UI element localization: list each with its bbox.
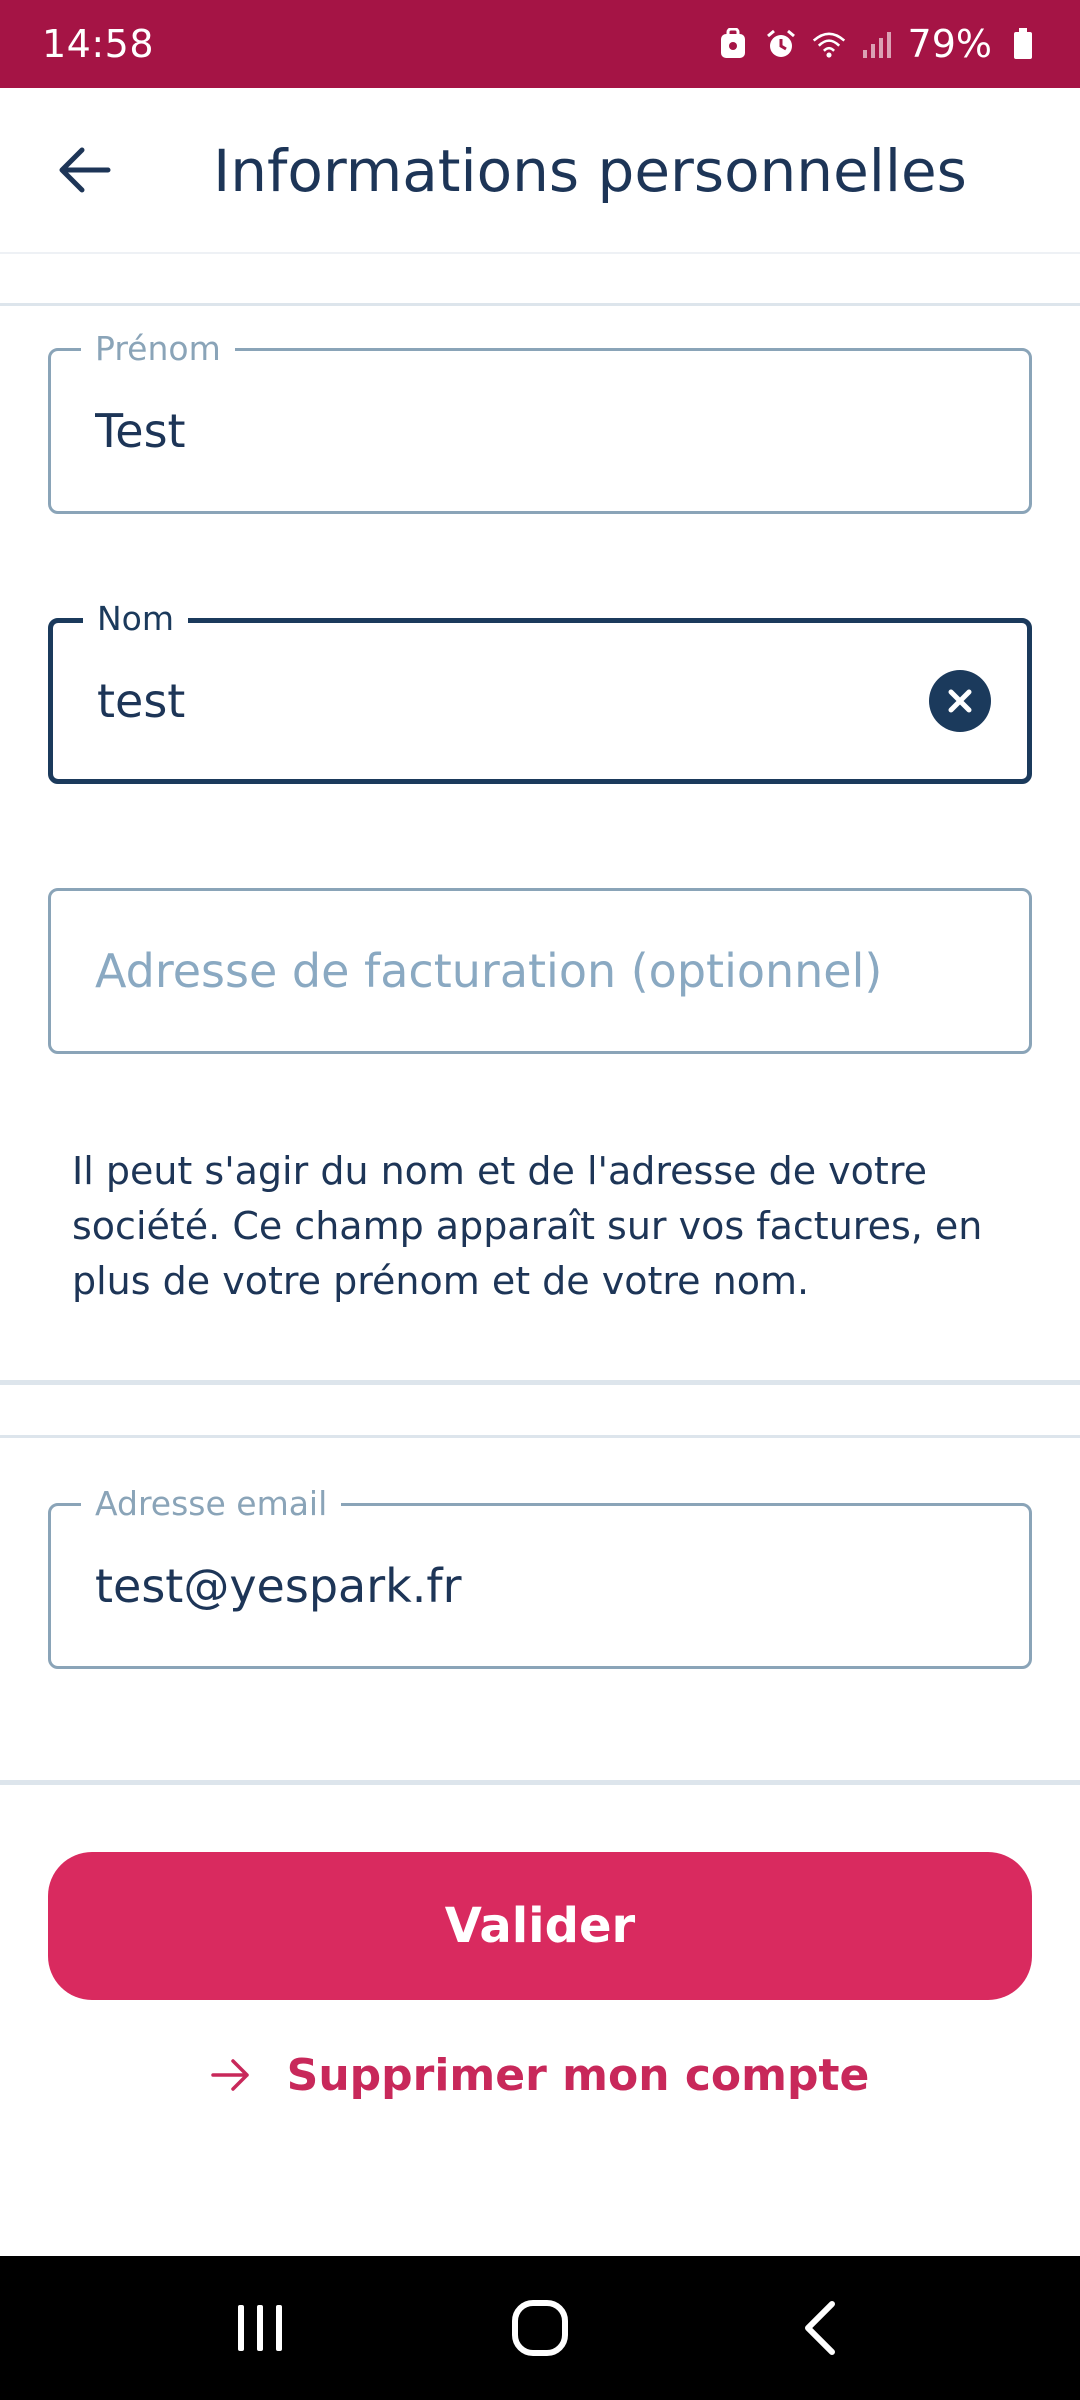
recent-apps-icon — [238, 2305, 282, 2351]
first-name-input[interactable] — [95, 351, 919, 511]
close-icon — [948, 689, 972, 713]
last-name-input[interactable] — [97, 623, 917, 779]
signal-icon — [860, 27, 894, 61]
submit-button[interactable]: Valider — [48, 1852, 1032, 2000]
lock-notification-icon — [716, 27, 750, 61]
delete-account-link[interactable]: Supprimer mon compte — [0, 2040, 1080, 2110]
section-divider — [0, 1780, 1080, 1785]
first-name-field[interactable]: Prénom — [48, 329, 1032, 514]
battery-icon — [1006, 27, 1040, 61]
status-icons: 79% — [716, 22, 1040, 66]
system-nav-bar — [0, 2256, 1080, 2400]
battery-percent: 79% — [907, 22, 992, 66]
billing-helper-text: Il peut s'agir du nom et de l'adresse de… — [72, 1149, 983, 1303]
status-bar: 14:58 79% — [0, 0, 1080, 88]
section-divider — [0, 1435, 1080, 1438]
home-icon — [512, 2300, 568, 2356]
delete-account-label: Supprimer mon compte — [286, 2049, 870, 2101]
last-name-field[interactable]: Nom — [48, 599, 1032, 784]
arrow-right-icon — [210, 2059, 249, 2091]
status-time: 14:58 — [42, 22, 155, 66]
wifi-icon — [812, 27, 846, 61]
section-divider — [0, 1380, 1080, 1385]
email-input[interactable] — [95, 1506, 919, 1666]
home-button[interactable] — [480, 2278, 600, 2378]
recent-apps-button[interactable] — [200, 2278, 320, 2378]
back-nav-button[interactable] — [760, 2278, 880, 2378]
clear-button[interactable] — [929, 670, 991, 732]
chevron-left-icon — [805, 2301, 835, 2355]
email-field[interactable]: Adresse email — [48, 1484, 1032, 1669]
billing-address-input[interactable] — [95, 891, 919, 1051]
page-title: Informations personnelles — [213, 137, 967, 205]
section-divider — [0, 303, 1080, 306]
billing-address-field[interactable] — [48, 888, 1032, 1054]
app-header: Informations personnelles — [0, 88, 1080, 254]
alarm-icon — [764, 27, 798, 61]
